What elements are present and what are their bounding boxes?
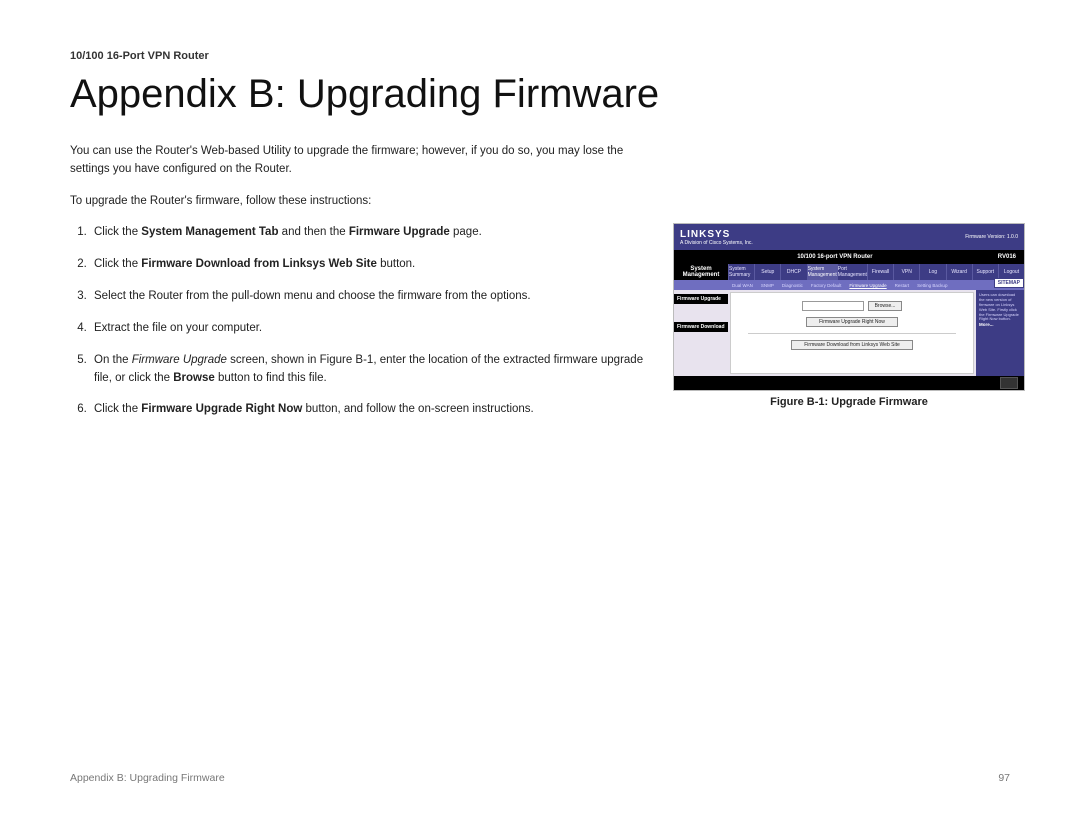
step-text: page. xyxy=(450,226,482,238)
help-panel: SITEMAP Users can download the new versi… xyxy=(976,290,1024,376)
model-bar: 10/100 16-port VPN Router RV016 xyxy=(674,250,1024,264)
document-page: 10/100 16-Port VPN Router Appendix B: Up… xyxy=(0,0,1080,834)
step-1: Click the System Management Tab and then… xyxy=(90,224,650,242)
download-from-site-button[interactable]: Firmware Download from Linksys Web Site xyxy=(791,340,913,350)
instruction-list: Click the System Management Tab and then… xyxy=(70,224,650,419)
tab-dhcp[interactable]: DHCP xyxy=(780,264,806,280)
help-text: Users can download the new version of fi… xyxy=(979,293,1021,322)
main-tabs: System Management System Summary Setup D… xyxy=(674,264,1024,280)
sitemap-button[interactable]: SITEMAP xyxy=(994,278,1024,288)
step-6: Click the Firmware Upgrade Right Now but… xyxy=(90,401,650,419)
shot-body: Firmware Upgrade Firmware Download Brows… xyxy=(674,290,1024,376)
subtab-firmware-upgrade[interactable]: Firmware Upgrade xyxy=(849,283,886,288)
firmware-file-input[interactable] xyxy=(802,301,864,311)
step-5: On the Firmware Upgrade screen, shown in… xyxy=(90,352,650,388)
shot-footer xyxy=(674,376,1024,390)
side-label-firmware-upgrade: Firmware Upgrade xyxy=(674,294,728,304)
step-text: On the xyxy=(94,354,132,366)
intro-paragraph: You can use the Router's Web-based Utili… xyxy=(70,143,650,179)
browse-button[interactable]: Browse... xyxy=(868,301,903,311)
bold-term: System Management Tab xyxy=(141,226,278,238)
shot-sidebar: Firmware Upgrade Firmware Download xyxy=(674,290,728,376)
model-name: 10/100 16-port VPN Router xyxy=(682,254,988,260)
step-2: Click the Firmware Download from Linksys… xyxy=(90,256,650,274)
page-number: 97 xyxy=(998,772,1010,784)
linksys-logo: LINKSYS A Division of Cisco Systems, Inc… xyxy=(680,229,753,246)
footer-section-title: Appendix B: Upgrading Firmware xyxy=(70,772,225,784)
upgrade-now-button[interactable]: Firmware Upgrade Right Now xyxy=(806,317,898,327)
side-label-firmware-download: Firmware Download xyxy=(674,322,728,332)
step-text: button. xyxy=(377,258,415,270)
step-text: button to find this file. xyxy=(215,372,327,384)
step-4: Extract the file on your computer. xyxy=(90,320,650,338)
figure-b1: LINKSYS A Division of Cisco Systems, Inc… xyxy=(674,224,1024,408)
tab-firewall[interactable]: Firewall xyxy=(867,264,893,280)
tab-system-management[interactable]: System Management xyxy=(807,264,837,280)
tab-setup[interactable]: Setup xyxy=(754,264,780,280)
page-footer: Appendix B: Upgrading Firmware 97 xyxy=(70,772,1010,784)
separator xyxy=(748,333,956,334)
italic-term: Firmware Upgrade xyxy=(132,354,227,366)
subtab-factory-default[interactable]: Factory Default xyxy=(811,283,842,288)
instructions-column: Click the System Management Tab and then… xyxy=(70,224,650,433)
running-header: 10/100 16-Port VPN Router xyxy=(70,50,1010,62)
step-text: Click the xyxy=(94,403,141,415)
tab-vpn[interactable]: VPN xyxy=(893,264,919,280)
tab-port-management[interactable]: Port Management xyxy=(837,264,867,280)
logo-subtext: A Division of Cisco Systems, Inc. xyxy=(680,240,753,246)
shot-main-panel: Browse... Firmware Upgrade Right Now Fir… xyxy=(730,292,974,374)
lead-sentence: To upgrade the Router's firmware, follow… xyxy=(70,193,650,211)
more-link[interactable]: More... xyxy=(979,322,994,327)
subtab-setting-backup[interactable]: Setting Backup xyxy=(917,283,947,288)
figure-column: LINKSYS A Division of Cisco Systems, Inc… xyxy=(674,224,1024,408)
tab-wizard[interactable]: Wizard xyxy=(946,264,972,280)
step-text: Click the xyxy=(94,226,141,238)
file-input-row: Browse... xyxy=(802,301,903,311)
step-text: button, and follow the on-screen instruc… xyxy=(302,403,533,415)
page-title: Appendix B: Upgrading Firmware xyxy=(70,72,1010,117)
shot-header: LINKSYS A Division of Cisco Systems, Inc… xyxy=(674,224,1024,250)
bold-term: Browse xyxy=(173,372,215,384)
model-code: RV016 xyxy=(998,254,1016,260)
section-label: System Management xyxy=(674,264,728,280)
subtab-restart[interactable]: Restart xyxy=(895,283,910,288)
logo-text: LINKSYS xyxy=(680,229,753,240)
step-text: and then the xyxy=(278,226,348,238)
tab-log[interactable]: Log xyxy=(919,264,945,280)
bold-term: Firmware Upgrade xyxy=(349,226,450,238)
sub-tabs: Dual WAN SNMP Diagnostic Factory Default… xyxy=(674,280,1024,290)
figure-caption: Figure B-1: Upgrade Firmware xyxy=(674,396,1024,408)
step-3: Select the Router from the pull-down men… xyxy=(90,288,650,306)
cisco-logo-icon xyxy=(1000,377,1018,389)
firmware-version-label: Firmware Version: 1.0.0 xyxy=(965,234,1018,240)
tab-system-summary[interactable]: System Summary xyxy=(728,264,754,280)
step-text: Click the xyxy=(94,258,141,270)
subtab-snmp[interactable]: SNMP xyxy=(761,283,774,288)
bold-term: Firmware Download from Linksys Web Site xyxy=(141,258,377,270)
router-ui-screenshot: LINKSYS A Division of Cisco Systems, Inc… xyxy=(674,224,1024,390)
subtab-diagnostic[interactable]: Diagnostic xyxy=(782,283,803,288)
content-columns: Click the System Management Tab and then… xyxy=(70,224,1010,433)
bold-term: Firmware Upgrade Right Now xyxy=(141,403,302,415)
subtab-dual-wan[interactable]: Dual WAN xyxy=(732,283,753,288)
